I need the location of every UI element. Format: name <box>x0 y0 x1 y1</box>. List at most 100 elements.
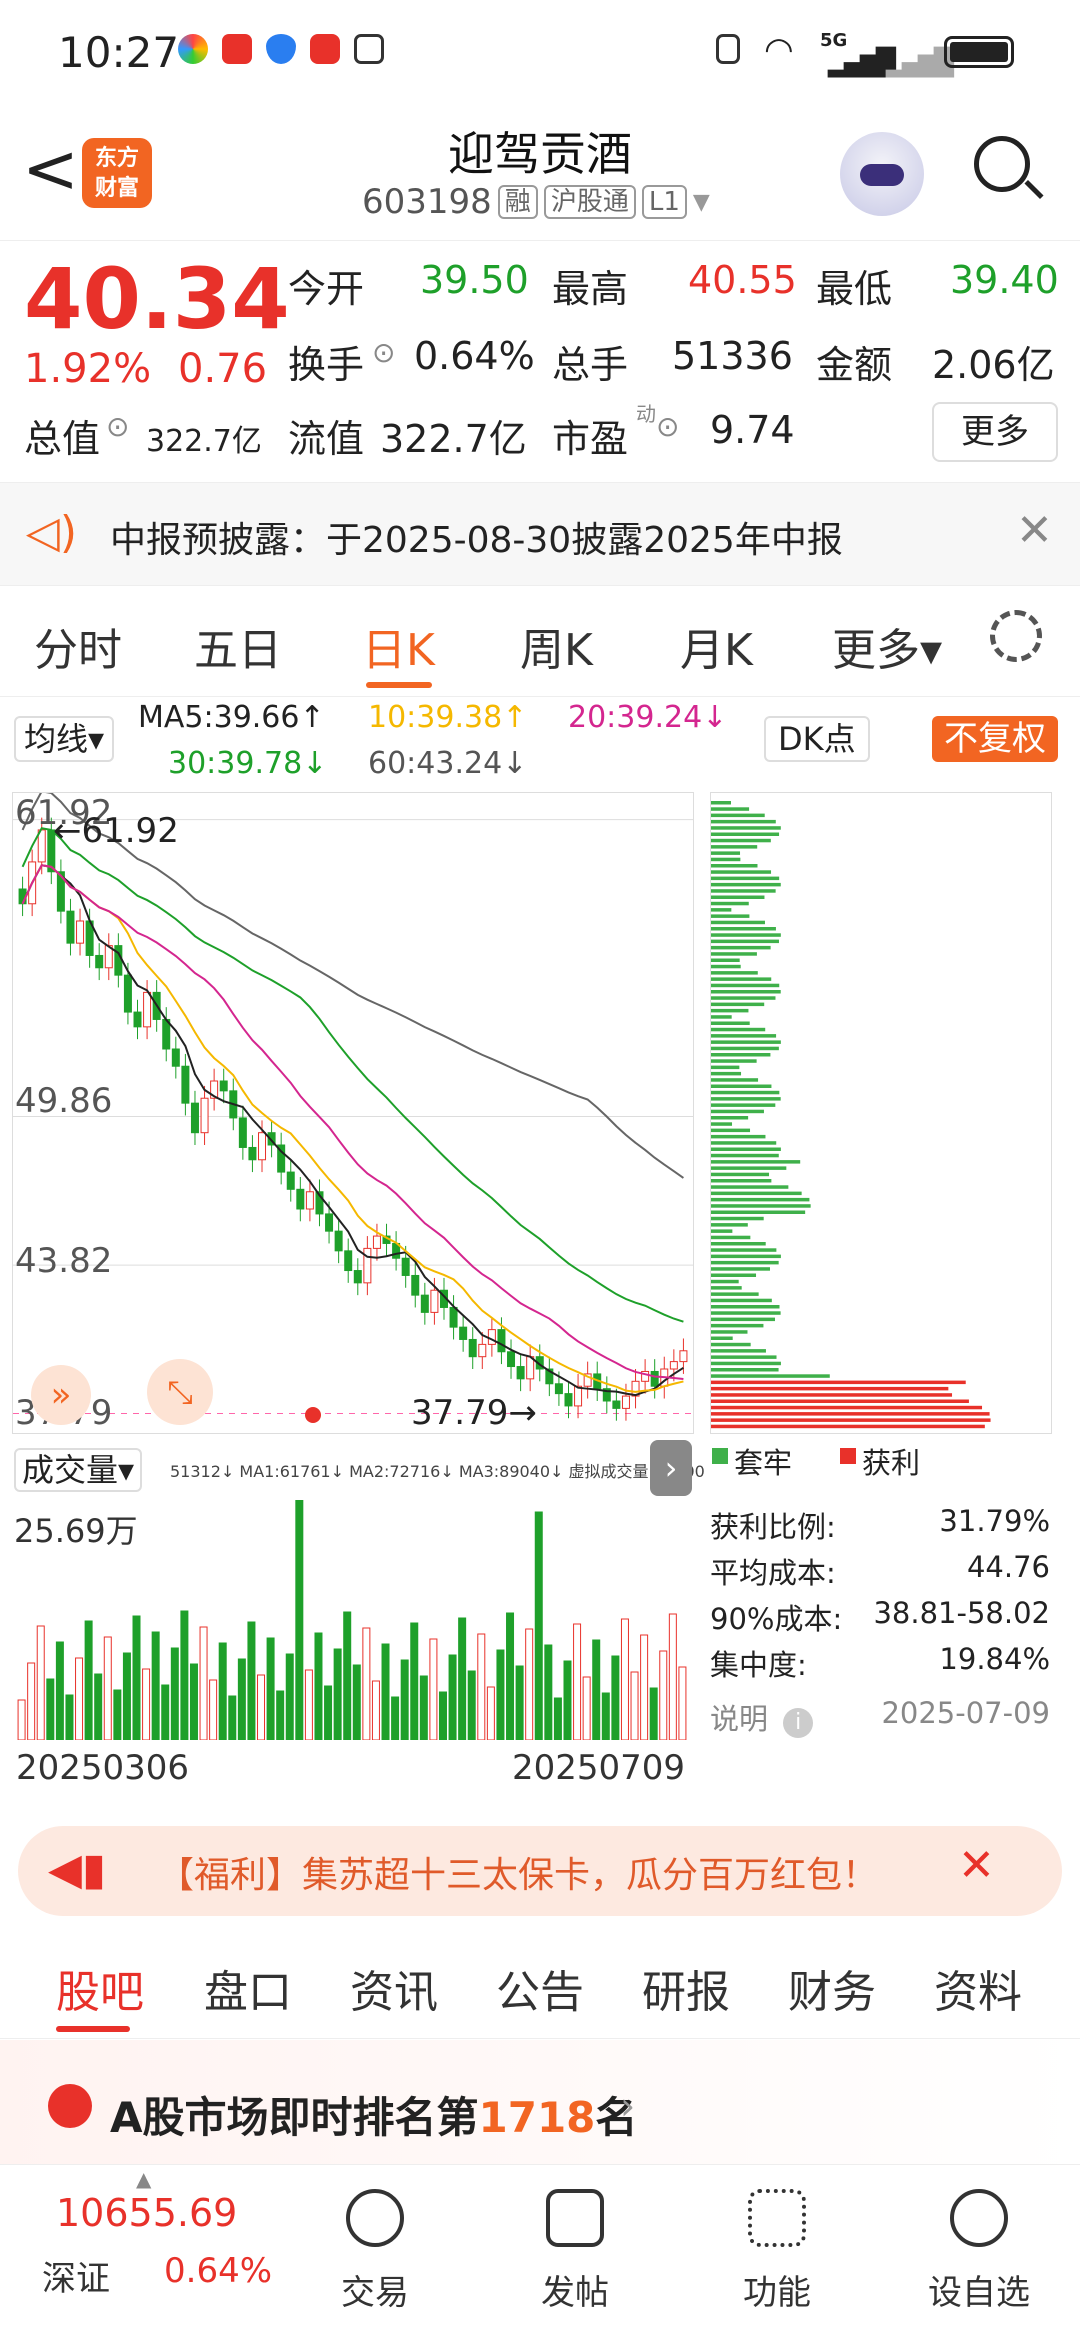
volume-chart[interactable]: 25.69万 <box>12 1500 692 1740</box>
event-dot[interactable] <box>305 1407 321 1423</box>
chip-bar <box>711 1317 776 1322</box>
close-icon[interactable]: ✕ <box>958 1840 995 1891</box>
chip-bar <box>711 1361 781 1366</box>
expand-left-icon[interactable]: » <box>31 1365 91 1425</box>
content-tabs: 股吧 盘口 资讯 公告 研报 财务 资料 <box>0 1938 1080 2039</box>
chip-bar <box>711 1223 748 1227</box>
chip-row-avg-cost: 平均成本: 44.76 <box>710 1550 1050 1592</box>
fullscreen-icon[interactable]: ⤡ <box>147 1359 213 1425</box>
tab-monthly-k[interactable]: 月K <box>680 614 753 678</box>
tab-orderbook[interactable]: 盘口 <box>204 1956 292 2020</box>
close-icon[interactable]: ✕ <box>1016 505 1053 556</box>
candle-body <box>114 945 123 976</box>
chip-bar <box>711 1160 801 1164</box>
tab-finance[interactable]: 财务 <box>788 1956 876 2020</box>
chip-bar <box>711 1380 966 1385</box>
ma-legend: 均线▾ MA5:39.66↑ 10:39.38↑ 20:39.24↓ 30:39… <box>0 696 1080 791</box>
tab-five-day[interactable]: 五日 <box>194 614 282 678</box>
tab-research[interactable]: 研报 <box>642 1956 730 2020</box>
vibrate-icon <box>716 34 740 64</box>
nav-post[interactable]: 发帖 <box>500 2189 650 2314</box>
gear-icon[interactable] <box>990 610 1042 662</box>
chip-bar <box>711 895 765 899</box>
promo-banner[interactable]: ◀▮ 【福利】集苏超十三太保卡，瓜分百万红包！ ✕ <box>18 1826 1062 1916</box>
candle-body <box>344 1250 353 1272</box>
candle-body <box>133 1011 142 1028</box>
volume-bar <box>132 1615 141 1740</box>
rank-text: A股市场即时排名第1718名 <box>110 2084 637 2145</box>
info-dots-icon[interactable]: ⊙ <box>106 410 129 443</box>
index-name: 深证 <box>42 2259 110 2299</box>
tab-daily-k[interactable]: 日K <box>362 614 435 678</box>
notice-bar[interactable]: ◁) 中报预披露：于2025-08-30披露2025年中报 ✕ <box>0 482 1080 586</box>
dk-point-selector[interactable]: DK点 <box>764 716 870 762</box>
ma-selector[interactable]: 均线▾ <box>14 716 115 762</box>
chip-bar <box>711 807 750 811</box>
speaker-icon: ◁) <box>26 507 78 558</box>
chip-note: 说明 <box>710 1702 769 1736</box>
volume-bar <box>429 1638 438 1740</box>
market-rank-banner[interactable]: A股市场即时排名第1718名 › <box>0 2040 1080 2170</box>
last-price: 40.34 <box>24 250 290 348</box>
volume-selector[interactable]: 成交量▾ <box>14 1448 143 1492</box>
chip-svg <box>711 801 991 1429</box>
search-icon[interactable] <box>974 136 1044 200</box>
profit-legend-swatch <box>840 1448 856 1464</box>
chip-bar <box>711 1355 777 1359</box>
tab-profile[interactable]: 资料 <box>934 1956 1022 2020</box>
chip-row-note[interactable]: 说明 i 2025-07-09 <box>710 1696 1050 1738</box>
nav-watchlist[interactable]: 设自选 <box>904 2189 1054 2314</box>
trap-legend-label: 套牢 <box>734 1446 793 1480</box>
rank-chart-icon <box>48 2084 92 2128</box>
candle-body <box>449 1306 458 1328</box>
chip-bar <box>711 1191 802 1196</box>
volume-bar <box>649 1687 658 1740</box>
candle-body <box>564 1393 573 1407</box>
volume-bar <box>237 1658 246 1740</box>
info-dots-icon[interactable]: ⊙ <box>656 410 679 443</box>
tab-weekly-k[interactable]: 周K <box>520 614 593 678</box>
candle-body <box>669 1361 678 1370</box>
chip-bar <box>711 1103 776 1107</box>
info-icon[interactable]: i <box>783 1708 814 1738</box>
chip-bar <box>711 1393 953 1397</box>
robot-assistant-icon[interactable] <box>840 132 924 216</box>
chip-bar <box>711 1229 733 1233</box>
tab-news[interactable]: 资讯 <box>350 1956 438 2020</box>
price-adjust-button[interactable]: 不复权 <box>932 716 1058 762</box>
volume-bar <box>343 1611 352 1740</box>
signal2-icon: ▂▄▆█ <box>886 48 954 78</box>
index-value[interactable]: 10655.69 <box>56 2191 237 2235</box>
more-button[interactable]: 更多 <box>932 402 1058 462</box>
candle-body <box>123 974 132 1013</box>
nav-functions[interactable]: 功能 <box>702 2189 852 2314</box>
chip-bar <box>711 1342 751 1347</box>
info-dots-icon[interactable]: ⊙ <box>372 336 395 369</box>
chevron-right-icon[interactable]: › <box>650 1440 692 1496</box>
volume-bar <box>630 1671 639 1740</box>
bottom-nav: ▲ 10655.69 深证 0.64% 交易 发帖 功能 设自选 <box>0 2164 1080 2341</box>
candle-body <box>401 1257 410 1276</box>
nav-trade[interactable]: 交易 <box>300 2189 450 2314</box>
nav-label: 功能 <box>743 2273 811 2313</box>
nav-label: 设自选 <box>928 2273 1030 2313</box>
tab-more[interactable]: 更多▾ <box>832 614 942 678</box>
tab-forum[interactable]: 股吧 <box>56 1956 144 2020</box>
tab-announcements[interactable]: 公告 <box>496 1956 584 2020</box>
tab-intraday[interactable]: 分时 <box>34 614 122 678</box>
chip-row-profit-ratio: 获利比例: 31.79% <box>710 1504 1050 1546</box>
chip-bar <box>711 1166 787 1170</box>
candle-body <box>305 1191 314 1210</box>
candle-body <box>612 1400 621 1409</box>
chevron-up-icon[interactable]: ▲ <box>136 2167 151 2191</box>
k-line-chart[interactable]: 61.92 49.86 43.82 37.79 ←61.92 37.79→ » … <box>12 792 694 1434</box>
chevron-right-icon[interactable]: › <box>620 2084 635 2128</box>
chevron-down-icon[interactable]: ▼ <box>693 190 710 215</box>
amount-value: 2.06亿 <box>932 343 1055 387</box>
status-bar: 10:27 ◠ 5G ▂▄▆█ ▂▄▆█ <box>0 0 1080 100</box>
ma20-value: 20:39.24↓ <box>568 700 728 735</box>
battery-icon <box>944 36 1014 68</box>
chip-bar <box>711 1386 949 1391</box>
chip-bar <box>711 1141 777 1145</box>
chip-key: 90%成本: <box>710 1602 843 1636</box>
